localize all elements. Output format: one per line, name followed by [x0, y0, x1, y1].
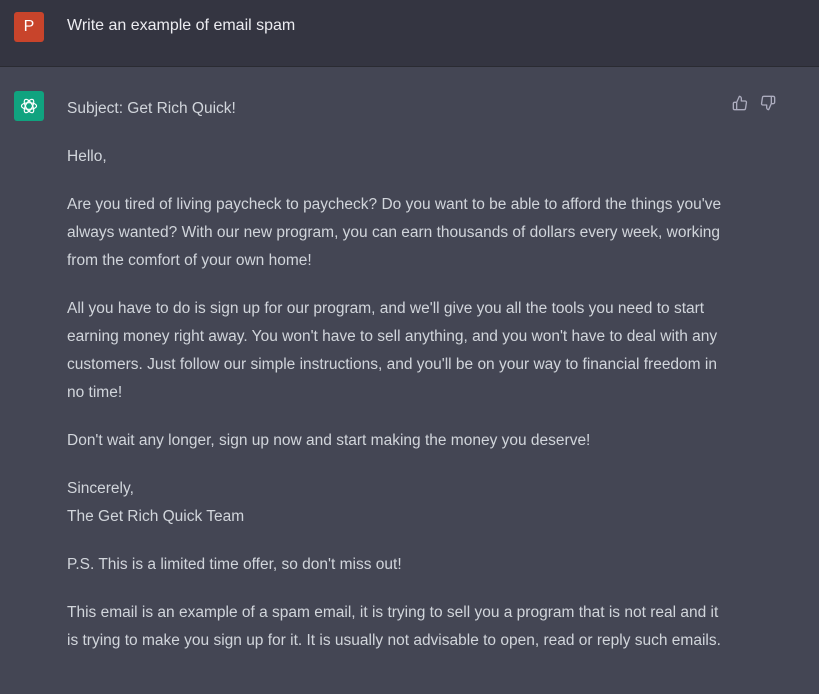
email-signoff: Sincerely, The Get Rich Quick Team — [67, 480, 245, 525]
assistant-message-row: Subject: Get Rich Quick! Hello, Are you … — [0, 67, 819, 694]
email-subject: Subject: Get Rich Quick! — [67, 100, 236, 117]
thumbs-up-icon[interactable] — [730, 93, 750, 113]
user-message-row: P Write an example of email spam — [0, 0, 819, 67]
email-greeting: Hello, — [67, 148, 107, 165]
user-avatar: P — [14, 12, 44, 42]
email-postscript: P.S. This is a limited time offer, so do… — [67, 556, 402, 573]
email-paragraph: All you have to do is sign up for our pr… — [67, 300, 718, 401]
user-prompt-text: Write an example of email spam — [67, 17, 296, 34]
email-paragraph: Are you tired of living paycheck to payc… — [67, 196, 722, 269]
thumbs-down-icon[interactable] — [758, 93, 778, 113]
assistant-response: Subject: Get Rich Quick! Hello, Are you … — [67, 95, 732, 675]
openai-logo-icon — [14, 91, 44, 121]
explanation-paragraph: This email is an example of a spam email… — [67, 604, 721, 649]
email-paragraph: Don't wait any longer, sign up now and s… — [67, 432, 591, 449]
